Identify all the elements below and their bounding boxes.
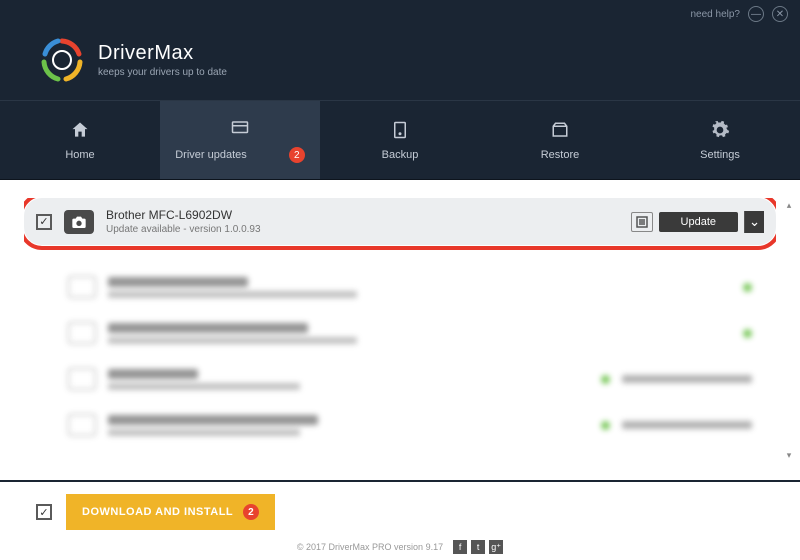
driver-row-blurred: [68, 314, 752, 352]
chevron-down-icon: ⌄: [749, 214, 760, 230]
tab-label: Driver updates: [175, 149, 247, 161]
row-text: Brother MFC-L6902DW Update available - v…: [106, 208, 619, 235]
content-panel: Brother MFC-L6902DW Update available - v…: [0, 180, 800, 480]
download-label: DOWNLOAD AND INSTALL: [82, 506, 233, 518]
driver-row-blurred: [68, 360, 752, 398]
scroll-up-icon[interactable]: ▴: [782, 198, 796, 212]
updates-badge: 2: [289, 147, 305, 163]
driver-row-blurred: [68, 268, 752, 306]
close-button[interactable]: ✕: [772, 6, 788, 22]
tab-driver-updates[interactable]: Driver updates 2: [160, 101, 320, 179]
twitter-icon[interactable]: t: [471, 540, 485, 554]
tab-home[interactable]: Home: [0, 101, 160, 179]
select-all-checkbox[interactable]: [36, 504, 52, 520]
details-button[interactable]: [631, 212, 653, 232]
tab-settings[interactable]: Settings: [640, 101, 800, 179]
driver-row[interactable]: Brother MFC-L6902DW Update available - v…: [24, 198, 776, 245]
tab-label: Backup: [382, 149, 419, 161]
tab-label: Restore: [541, 149, 580, 161]
gear-icon: [709, 119, 731, 141]
facebook-icon[interactable]: f: [453, 540, 467, 554]
driver-name: Brother MFC-L6902DW: [106, 208, 619, 222]
minimize-button[interactable]: —: [748, 6, 764, 22]
header: DriverMax keeps your drivers up to date: [0, 28, 800, 100]
driver-row-blurred: [68, 406, 752, 444]
app-subtitle: keeps your drivers up to date: [98, 67, 227, 78]
titlebar: need help? — ✕: [0, 0, 800, 28]
help-link[interactable]: need help?: [691, 9, 741, 20]
update-dropdown[interactable]: ⌄: [744, 211, 764, 233]
scrollbar[interactable]: ▴ ▾: [782, 198, 796, 462]
download-badge: 2: [243, 504, 259, 520]
app-logo-icon: [40, 38, 84, 82]
row-checkbox[interactable]: [36, 214, 52, 230]
updates-icon: [229, 117, 251, 139]
backup-icon: [389, 119, 411, 141]
tab-restore[interactable]: Restore: [480, 101, 640, 179]
bottom-bar: DOWNLOAD AND INSTALL 2: [0, 482, 800, 542]
restore-icon: [549, 119, 571, 141]
tab-backup[interactable]: Backup: [320, 101, 480, 179]
driver-status: Update available - version 1.0.0.93: [106, 224, 619, 235]
home-icon: [69, 119, 91, 141]
scroll-down-icon[interactable]: ▾: [782, 448, 796, 462]
driver-list: Brother MFC-L6902DW Update available - v…: [24, 198, 776, 458]
app-title: DriverMax: [98, 42, 227, 65]
download-install-button[interactable]: DOWNLOAD AND INSTALL 2: [66, 494, 275, 530]
camera-icon: [64, 210, 94, 234]
copyright: © 2017 DriverMax PRO version 9.17: [297, 542, 443, 552]
tab-label: Home: [65, 149, 94, 161]
footer: © 2017 DriverMax PRO version 9.17 f t g⁺: [0, 534, 800, 560]
google-plus-icon[interactable]: g⁺: [489, 540, 503, 554]
main-tabs: Home Driver updates 2 Backup Restore Set…: [0, 100, 800, 180]
social-links: f t g⁺: [453, 540, 503, 554]
tab-label: Settings: [700, 149, 740, 161]
brand: DriverMax keeps your drivers up to date: [98, 42, 227, 78]
update-button[interactable]: Update: [659, 212, 738, 232]
